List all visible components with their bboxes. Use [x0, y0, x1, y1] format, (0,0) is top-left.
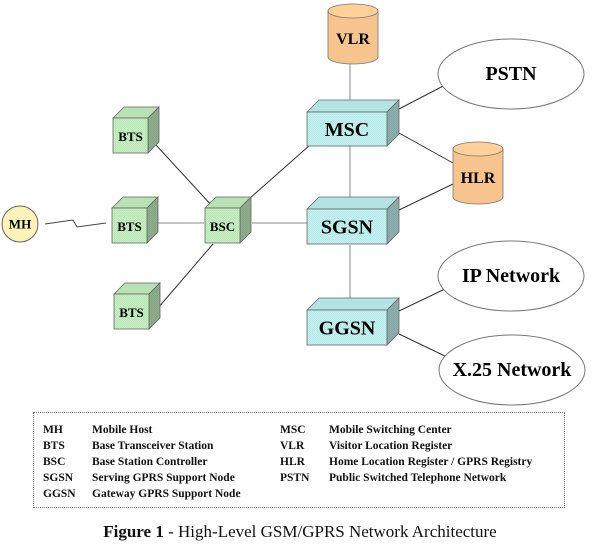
vlr-cylinder-top: [327, 3, 379, 19]
node-hlr: HLR: [452, 141, 504, 205]
legend-desc: Serving GPRS Support Node: [92, 472, 235, 484]
node-bts1: BTS: [112, 106, 160, 154]
legend-abbr: MH: [43, 424, 63, 436]
legend-abbr: MSC: [280, 424, 306, 436]
vlr-label: VLR: [336, 31, 370, 48]
legend-desc: Public Switched Telephone Network: [329, 472, 507, 484]
legend-abbr: SGSN: [43, 472, 74, 484]
legend-abbr: PSTN: [280, 472, 310, 484]
legend-row: HLR Home Location Register / GPRS Registr…: [280, 454, 532, 470]
legend-abbr: BSC: [43, 456, 66, 468]
bts2-label: BTS: [117, 219, 142, 234]
legend-abbr: BTS: [43, 440, 65, 452]
msc-top-face: [306, 99, 400, 113]
edge-msc-hlr: [398, 132, 454, 164]
edge-bsc-msc: [248, 144, 311, 200]
node-x25: X.25 Network: [438, 334, 586, 406]
node-bts3: BTS: [113, 282, 161, 330]
bts1-label: BTS: [118, 129, 143, 144]
edge-mh-bts2-wireless: [44, 219, 107, 228]
node-mh: MH: [1, 205, 39, 243]
legend-row: MH Mobile Host: [43, 422, 241, 438]
legend-desc: Mobile Host: [92, 424, 153, 436]
edge-msc-pstn: [398, 83, 448, 110]
legend-desc: Gateway GPRS Support Node: [92, 488, 241, 500]
legend-column-left: MH Mobile Host BTS Base Transceiver Statio…: [43, 422, 241, 502]
legend-column-right: MSC Mobile Switching Center VLR Visitor Lo…: [280, 422, 532, 486]
ip-label: IP Network: [462, 265, 561, 287]
node-bsc: BSC: [204, 196, 252, 244]
legend-abbr: GGSN: [43, 488, 76, 500]
legend-desc: Base Station Controller: [92, 456, 208, 468]
legend-abbr: VLR: [280, 440, 305, 452]
edge-ggsn-ip: [398, 287, 448, 312]
legend-row: BSC Base Station Controller: [43, 454, 241, 470]
ggsn-top-face: [306, 297, 400, 311]
node-sgsn: SGSN: [306, 196, 400, 245]
pstn-label: PSTN: [485, 63, 537, 85]
legend-desc: Home Location Register / GPRS Registry: [329, 456, 533, 468]
node-msc: MSC: [306, 99, 400, 147]
x25-label: X.25 Network: [453, 359, 573, 381]
legend-row: PSTN Public Switched Telephone Network: [280, 470, 532, 486]
legend-box: MH Mobile Host BTS Base Transceiver Statio…: [33, 412, 565, 508]
legend-row: GGSN Gateway GPRS Support Node: [43, 486, 241, 502]
edge-sgsn-hlr: [398, 183, 454, 211]
sgsn-label: SGSN: [321, 217, 374, 239]
bsc-label: BSC: [210, 219, 235, 234]
bts3-label: BTS: [119, 305, 144, 320]
hlr-label: HLR: [461, 170, 496, 187]
caption-separator: -: [163, 522, 179, 541]
node-vlr: VLR: [327, 3, 379, 65]
mh-label: MH: [9, 217, 31, 232]
figure-caption: Figure 1 - High-Level GSM/GPRS Network A…: [0, 522, 600, 542]
ggsn-label: GGSN: [319, 318, 376, 340]
legend-row: MSC Mobile Switching Center: [280, 422, 532, 438]
edge-bts3-bsc: [157, 243, 214, 309]
legend-row: BTS Base Transceiver Station: [43, 438, 241, 454]
legend-abbr: HLR: [280, 456, 305, 468]
sgsn-top-face: [306, 196, 400, 210]
legend-desc: Mobile Switching Center: [329, 424, 452, 436]
legend-row: SGSN Serving GPRS Support Node: [43, 470, 241, 486]
legend-desc: Visitor Location Register: [329, 440, 453, 452]
legend-row: VLR Visitor Location Register: [280, 438, 532, 454]
edge-ggsn-x25: [398, 333, 448, 358]
node-bts2: BTS: [111, 196, 159, 244]
node-ip: IP Network: [437, 240, 585, 312]
legend-desc: Base Transceiver Station: [92, 440, 214, 452]
msc-label: MSC: [325, 119, 369, 141]
hlr-cylinder-top: [452, 141, 504, 157]
node-ggsn: GGSN: [306, 297, 400, 346]
figure-number: Figure 1: [103, 522, 164, 541]
node-pstn: PSTN: [437, 38, 585, 110]
caption-text: High-Level GSM/GPRS Network Architecture: [178, 522, 497, 541]
edge-bts1-bsc: [155, 144, 214, 208]
